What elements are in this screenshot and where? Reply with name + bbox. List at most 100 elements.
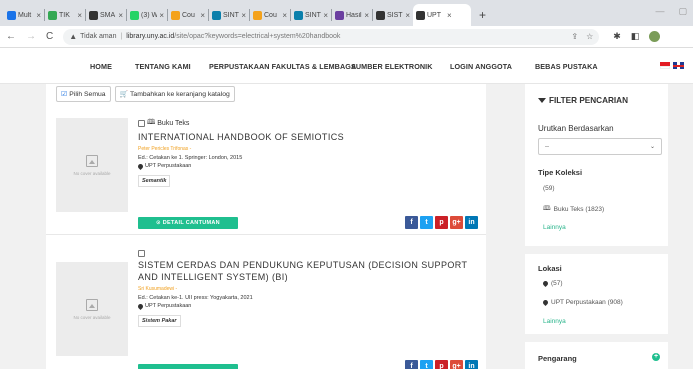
result-type xyxy=(138,250,483,257)
tab-close-icon[interactable]: × xyxy=(323,11,328,20)
site-navigation: HOME TENTANG KAMI PERPUSTAKAAN FAKULTAS … xyxy=(0,48,693,84)
facebook-share-icon[interactable]: f xyxy=(405,216,418,229)
result-info: SISTEM CERDAS DAN PENDUKUNG KEPUTUSAN (D… xyxy=(136,250,483,327)
nav-login-anggota[interactable]: LOGIN ANGGOTA xyxy=(450,62,512,71)
reload-icon[interactable]: C xyxy=(46,31,53,42)
filter-icon xyxy=(538,98,546,103)
result-author[interactable]: Sri Kusumadewi - xyxy=(138,286,483,292)
subject-tag[interactable]: Semantik xyxy=(138,175,171,187)
tab-close-icon[interactable]: × xyxy=(159,11,164,20)
sort-select[interactable]: -- ⌄ xyxy=(538,138,662,155)
browser-tab[interactable]: SMA × xyxy=(86,4,126,26)
tab-close-icon[interactable]: × xyxy=(447,11,452,20)
new-tab-button[interactable]: + xyxy=(479,8,486,22)
tab-close-icon[interactable]: × xyxy=(36,11,41,20)
select-checkbox[interactable] xyxy=(138,120,145,127)
browser-tab[interactable]: SINT × xyxy=(291,4,331,26)
result-location: UPT Perpustakaan xyxy=(136,162,483,170)
profile-avatar[interactable] xyxy=(649,31,661,42)
window-controls: — ▢ xyxy=(655,6,687,17)
book-icon: 🕮 xyxy=(543,205,551,212)
expand-plus-icon[interactable]: + xyxy=(652,353,660,361)
google-plus-share-icon[interactable]: g+ xyxy=(450,216,463,229)
tab-close-icon[interactable]: × xyxy=(241,11,246,20)
tab-favicon-icon xyxy=(130,10,139,20)
sidepanel-icon[interactable]: ◧ xyxy=(631,31,640,42)
browser-tab[interactable]: SINT × xyxy=(209,4,249,26)
tab-favicon-icon xyxy=(335,10,344,20)
collection-more-link[interactable]: Lainnya xyxy=(543,224,566,231)
result-author[interactable]: Peter Pericles Trifonas - xyxy=(138,146,483,152)
tab-label: (3) W xyxy=(141,11,158,19)
google-plus-share-icon[interactable]: g+ xyxy=(450,360,463,369)
indonesian-flag-icon[interactable] xyxy=(660,62,670,69)
maximize-icon[interactable]: ▢ xyxy=(678,6,687,17)
cart-icon: 🛒 xyxy=(119,91,129,98)
tab-close-icon[interactable]: × xyxy=(77,11,82,20)
author-panel: Pengarang + xyxy=(525,342,668,369)
subject-tag[interactable]: Sistem Pakar xyxy=(138,315,181,327)
location-item-upt[interactable]: UPT Perpustakaan (908) xyxy=(541,298,623,307)
tab-favicon-icon xyxy=(48,10,57,20)
filter-panel: FILTER PENCARIAN Urutkan Berdasarkan -- … xyxy=(525,84,668,246)
facebook-share-icon[interactable]: f xyxy=(405,360,418,369)
pinterest-share-icon[interactable]: p xyxy=(435,216,448,229)
tab-close-icon[interactable]: × xyxy=(282,11,287,20)
result-title[interactable]: INTERNATIONAL HANDBOOK OF SEMIOTICS xyxy=(138,131,483,143)
browser-tab[interactable]: SISTE× xyxy=(373,4,413,26)
detail-cantuman-button[interactable] xyxy=(138,364,238,369)
checkbox-checked-icon: ☑ xyxy=(61,91,68,98)
extensions-icon[interactable]: ✱ xyxy=(613,31,621,42)
browser-tab[interactable]: TIK × xyxy=(45,4,85,26)
nav-sumber-elektronik[interactable]: SUMBER ELEKTRONIK xyxy=(351,62,433,71)
result-title[interactable]: SISTEM CERDAS DAN PENDUKUNG KEPUTUSAN (D… xyxy=(138,259,483,283)
tab-label: UPT xyxy=(427,11,441,19)
result-actions: ☑ Pilih Semua 🛒 Tambahkan ke keranjang k… xyxy=(56,86,235,102)
book-cover[interactable]: No cover available xyxy=(56,262,128,356)
tab-close-icon[interactable]: × xyxy=(200,11,205,20)
location-pin-icon xyxy=(541,298,550,307)
browser-tab-strip: Mult × TIK × SMA × (3) W × Cou × SINT × Cou × SINT × Has… xyxy=(0,0,693,26)
security-label: Tidak aman xyxy=(80,33,117,40)
browser-toolbar: ← → C ▲ Tidak aman | library.uny.ac.id/s… xyxy=(0,26,693,48)
filter-sidebar: FILTER PENCARIAN Urutkan Berdasarkan -- … xyxy=(525,84,668,369)
browser-tab[interactable]: Cou × xyxy=(250,4,290,26)
twitter-share-icon[interactable]: t xyxy=(420,360,433,369)
browser-tab[interactable]: Hasil × xyxy=(332,4,372,26)
nav-home[interactable]: HOME xyxy=(90,62,112,71)
address-bar[interactable]: ▲ Tidak aman | library.uny.ac.id/site/op… xyxy=(63,28,600,45)
linkedin-share-icon[interactable]: in xyxy=(465,360,478,369)
browser-tab[interactable]: (3) W × xyxy=(127,4,167,26)
tab-close-icon[interactable]: × xyxy=(364,11,369,20)
twitter-share-icon[interactable]: t xyxy=(420,216,433,229)
nav-tentang-kami[interactable]: TENTANG KAMI xyxy=(135,62,191,71)
browser-tab[interactable]: UPT × xyxy=(413,4,471,26)
nav-perpustakaan-fakultas[interactable]: PERPUSTAKAAN FAKULTAS & LEMBAGA xyxy=(209,62,356,71)
tab-label: SINT xyxy=(305,11,321,19)
browser-tab[interactable]: Cou × xyxy=(168,4,208,26)
collection-item-buku-teks[interactable]: 🕮 Buku Teks (1823) xyxy=(543,204,604,215)
result-type: 🕮 Buku Teks xyxy=(138,118,483,129)
location-more-link[interactable]: Lainnya xyxy=(543,318,566,325)
share-icon[interactable]: ⇪ xyxy=(571,32,578,41)
minimize-icon[interactable]: — xyxy=(655,6,664,17)
back-icon[interactable]: ← xyxy=(6,31,16,42)
browser-tab[interactable]: Mult × xyxy=(4,4,44,26)
english-flag-icon[interactable] xyxy=(673,62,684,69)
bookmark-star-icon[interactable]: ☆ xyxy=(586,32,593,41)
pinterest-share-icon[interactable]: p xyxy=(435,360,448,369)
tab-favicon-icon xyxy=(253,10,262,20)
tab-close-icon[interactable]: × xyxy=(405,11,410,20)
collection-type-label: Tipe Koleksi xyxy=(538,168,583,177)
add-to-cart-button[interactable]: 🛒 Tambahkan ke keranjang katalog xyxy=(114,86,235,102)
address-separator: | xyxy=(120,33,123,40)
select-all-button[interactable]: ☑ Pilih Semua xyxy=(56,86,111,102)
select-checkbox[interactable] xyxy=(138,250,145,257)
forward-icon[interactable]: → xyxy=(26,31,36,42)
book-cover[interactable]: No cover available xyxy=(56,118,128,212)
detail-cantuman-button[interactable]: ⊙ DETAIL CANTUMAN xyxy=(138,217,238,229)
tab-close-icon[interactable]: × xyxy=(118,11,123,20)
linkedin-share-icon[interactable]: in xyxy=(465,216,478,229)
collection-count: (59) xyxy=(543,185,555,192)
nav-bebas-pustaka[interactable]: BEBAS PUSTAKA xyxy=(535,62,598,71)
